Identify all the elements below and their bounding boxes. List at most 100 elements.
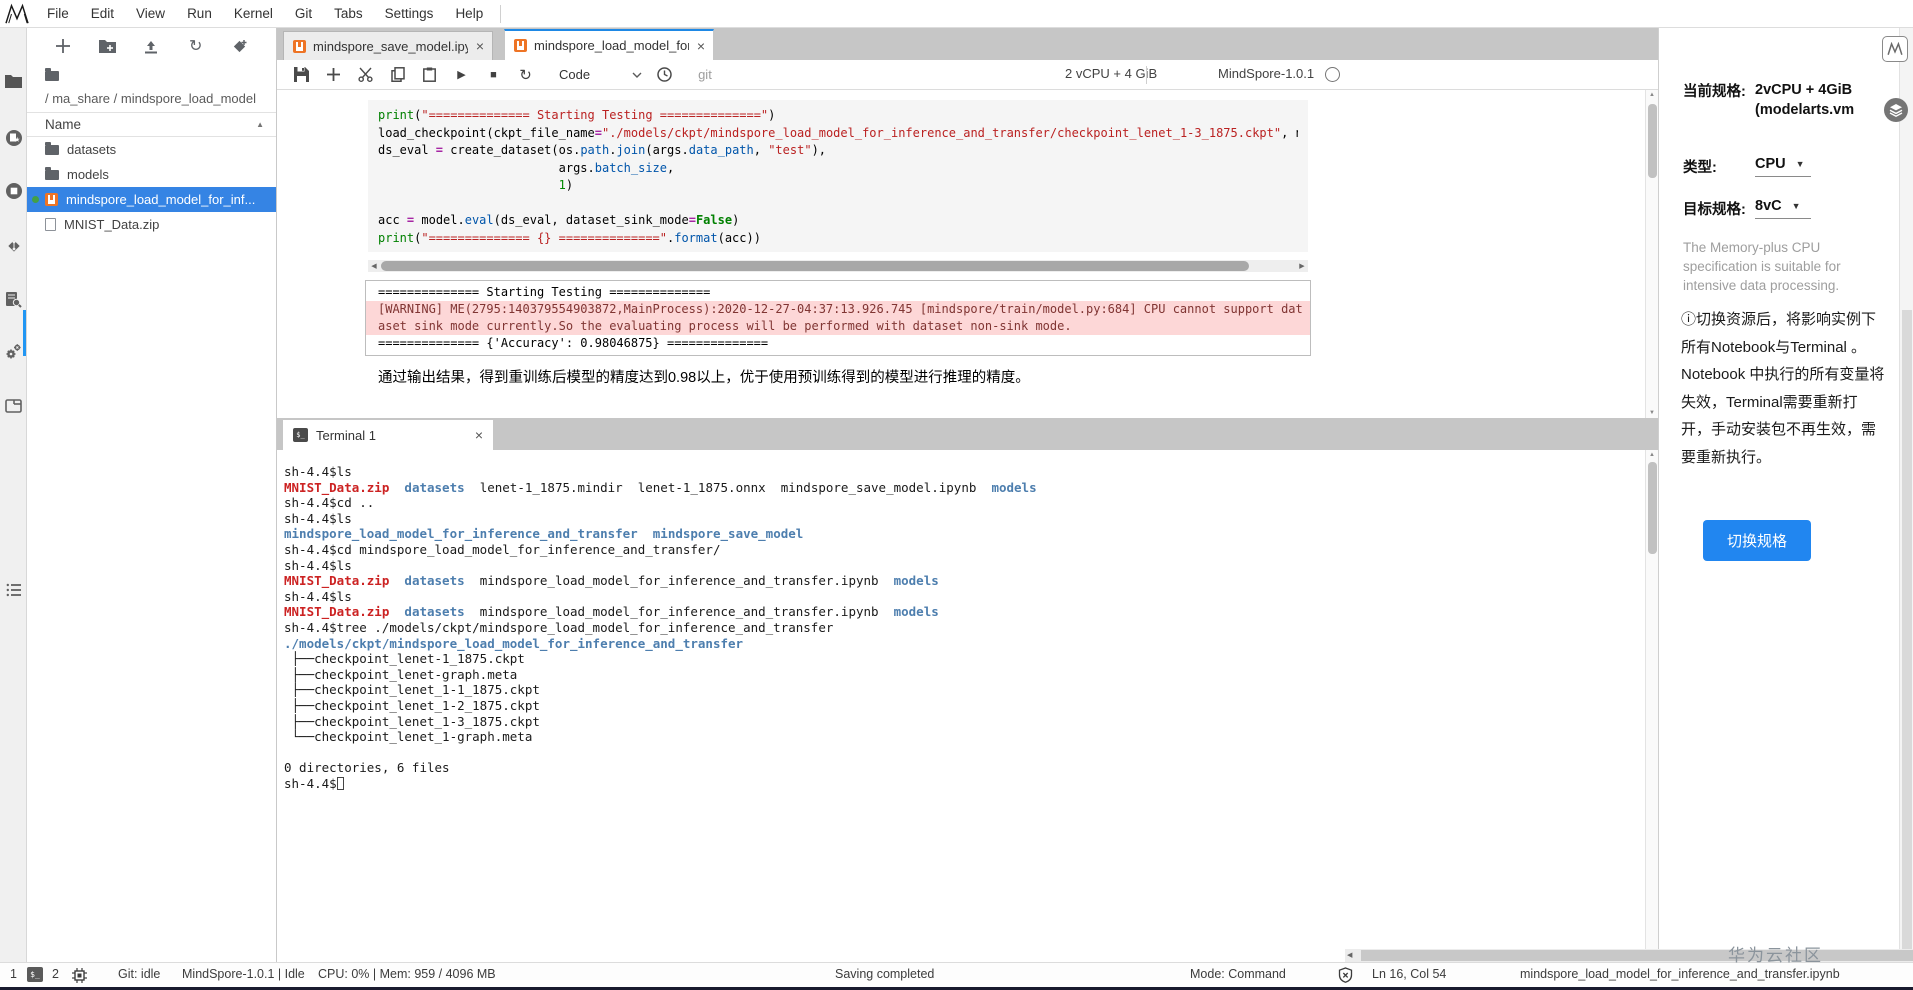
breadcrumb-path[interactable]: / ma_share / mindspore_load_model [45, 86, 276, 112]
run-cell-button[interactable]: ▶ [453, 66, 470, 83]
cell-type-value: Code [559, 67, 591, 82]
terminal-line: sh-4.4$ls [284, 510, 352, 526]
kernel-chip-icon[interactable] [72, 968, 87, 983]
copy-cells-button[interactable] [389, 66, 406, 83]
new-folder-button[interactable] [97, 36, 117, 56]
hscroll-thumb[interactable] [1361, 950, 1913, 961]
vscroll-thumb[interactable] [1648, 104, 1657, 178]
menu-edit[interactable]: Edit [80, 0, 125, 28]
new-launcher-button[interactable] [53, 36, 73, 56]
cut-cells-button[interactable] [357, 66, 374, 83]
menu-kernel[interactable]: Kernel [223, 0, 284, 28]
layers-button[interactable] [1884, 98, 1908, 122]
resource-usage: CPU: 0% | Mem: 959 / 4096 MB [318, 967, 496, 981]
panel-vertical-scrollbar[interactable] [1899, 28, 1913, 962]
add-cell-button[interactable] [325, 66, 342, 83]
terminal-tab-label: Terminal 1 [316, 427, 376, 443]
menu-help[interactable]: Help [444, 0, 494, 28]
code-editor[interactable]: print("============== Starting Testing =… [378, 107, 1298, 247]
close-icon[interactable]: × [697, 39, 705, 53]
notebook-vertical-scrollbar[interactable]: ▲ ▼ [1645, 90, 1658, 418]
doc-tab-1[interactable]: mindspore_load_model_for_i × [504, 29, 714, 60]
target-spec-select[interactable]: 8vC ▼ [1755, 198, 1811, 219]
save-button[interactable] [293, 66, 310, 83]
file-item[interactable]: MNIST_Data.zip [27, 212, 276, 237]
select-caret-icon: ▼ [1795, 159, 1805, 169]
history-clock-icon[interactable] [656, 66, 673, 83]
name-column-header[interactable]: Name [45, 117, 81, 132]
scroll-up-arrow-icon[interactable]: ▲ [1646, 452, 1658, 458]
terminal-tab[interactable]: $_ Terminal 1 × [283, 420, 493, 450]
terminal-output[interactable]: sh-4.4$ls MNIST_Data.zip datasets lenet-1… [284, 464, 1037, 791]
git-clone-button[interactable] [230, 36, 250, 56]
terminal-line: sh-4.4$tree ./models/ckpt/mindspore_load… [284, 619, 834, 635]
scroll-left-arrow-icon[interactable]: ◀ [1347, 951, 1352, 959]
kernel-name-label[interactable]: MindSpore-1.0.1 [1218, 66, 1314, 81]
terminal-line: ./models/ckpt/mindspore_load_model_for_i… [284, 635, 744, 651]
vscroll-thumb[interactable] [1648, 462, 1657, 554]
menu-settings[interactable]: Settings [374, 0, 445, 28]
terminal-cursor [336, 776, 344, 790]
upload-button[interactable] [141, 36, 161, 56]
code-cell[interactable]: print("============== Starting Testing =… [368, 100, 1308, 252]
kernels-count[interactable]: 2 [52, 967, 59, 981]
editor-mode[interactable]: Mode: Command [1190, 967, 1286, 981]
hscroll-thumb[interactable] [381, 261, 1249, 271]
running-sessions-icon[interactable] [4, 181, 23, 200]
warning-block: [WARNING] ME(2795:140379554903872,MainPr… [366, 301, 1310, 335]
code-line: ds_eval = create_dataset(os.path.join(ar… [378, 143, 827, 157]
file-browser-icon[interactable] [4, 72, 23, 91]
scroll-down-arrow-icon[interactable]: ▼ [1646, 410, 1658, 416]
interrupt-kernel-button[interactable]: ■ [485, 66, 502, 83]
scroll-right-arrow-icon[interactable]: ▶ [1296, 262, 1308, 270]
terminal-icon: $_ [293, 428, 308, 442]
warning-line: [WARNING] ME(2795:140379554903872,MainPr… [378, 302, 1303, 316]
menu-file[interactable]: File [36, 0, 80, 28]
scroll-up-arrow-icon[interactable]: ▲ [1646, 92, 1658, 98]
git-toolbar-label[interactable]: git [698, 67, 712, 82]
vscroll-thumb[interactable] [1902, 310, 1912, 952]
doc-tab-0[interactable]: mindspore_save_model.ipynb × [283, 31, 493, 60]
switch-spec-button[interactable]: 切换规格 [1703, 520, 1812, 561]
code-horizontal-scrollbar[interactable]: ◀ ▶ [368, 260, 1308, 272]
file-item[interactable]: datasets [27, 137, 276, 162]
cursor-position[interactable]: Ln 16, Col 54 [1372, 967, 1446, 981]
file-list-header[interactable]: Name ▲ [27, 112, 276, 137]
kernel-status-circle[interactable] [1325, 67, 1340, 82]
terminal-panel[interactable]: sh-4.4$ls MNIST_Data.zip datasets lenet-1… [277, 450, 1658, 962]
menu-git[interactable]: Git [284, 0, 323, 28]
menu-tabs[interactable]: Tabs [323, 0, 374, 28]
type-select[interactable]: CPU ▼ [1755, 156, 1811, 177]
restart-kernel-button[interactable]: ↻ [517, 66, 534, 84]
terminal-vertical-scrollbar[interactable]: ▲ ▼ [1645, 450, 1658, 962]
menu-run[interactable]: Run [176, 0, 223, 28]
git-status[interactable]: Git: idle [118, 967, 160, 981]
file-item[interactable]: mindspore_load_model_for_inf... [27, 187, 276, 212]
notebook-tools-icon[interactable] [4, 290, 23, 309]
close-icon[interactable]: × [475, 428, 483, 442]
settings-gears-icon[interactable] [4, 342, 23, 361]
modelarts-logo-icon [5, 3, 29, 23]
table-of-contents-icon[interactable] [4, 580, 23, 599]
scroll-left-arrow-icon[interactable]: ◀ [368, 262, 380, 270]
breadcrumb-folder-icon[interactable] [45, 68, 59, 81]
open-tabs-icon[interactable] [4, 396, 23, 415]
kernel-status[interactable]: MindSpore-1.0.1 | Idle [182, 967, 305, 981]
spec-description: The Memory-plus CPU specification is sui… [1683, 240, 1841, 293]
cell-type-select[interactable]: Code [559, 67, 642, 82]
modelarts-examples-button[interactable] [1882, 36, 1908, 62]
sample-notebooks-icon[interactable] [4, 128, 23, 147]
file-item[interactable]: models [27, 162, 276, 187]
panel-horizontal-scrollbar[interactable]: ◀ [1345, 949, 1913, 962]
refresh-file-list-button[interactable]: ↻ [186, 36, 206, 56]
git-icon[interactable] [4, 236, 23, 255]
sort-caret-icon[interactable]: ▲ [256, 120, 264, 129]
menu-items: File Edit View Run Kernel Git Tabs Settings Help [36, 0, 494, 28]
menu-view[interactable]: View [125, 0, 176, 28]
trust-shield-icon[interactable] [1338, 967, 1353, 983]
terminal-icon[interactable]: $_ [27, 967, 43, 982]
close-icon[interactable]: × [476, 39, 484, 53]
paste-cells-button[interactable] [421, 66, 438, 83]
terminals-count[interactable]: 1 [10, 967, 17, 981]
